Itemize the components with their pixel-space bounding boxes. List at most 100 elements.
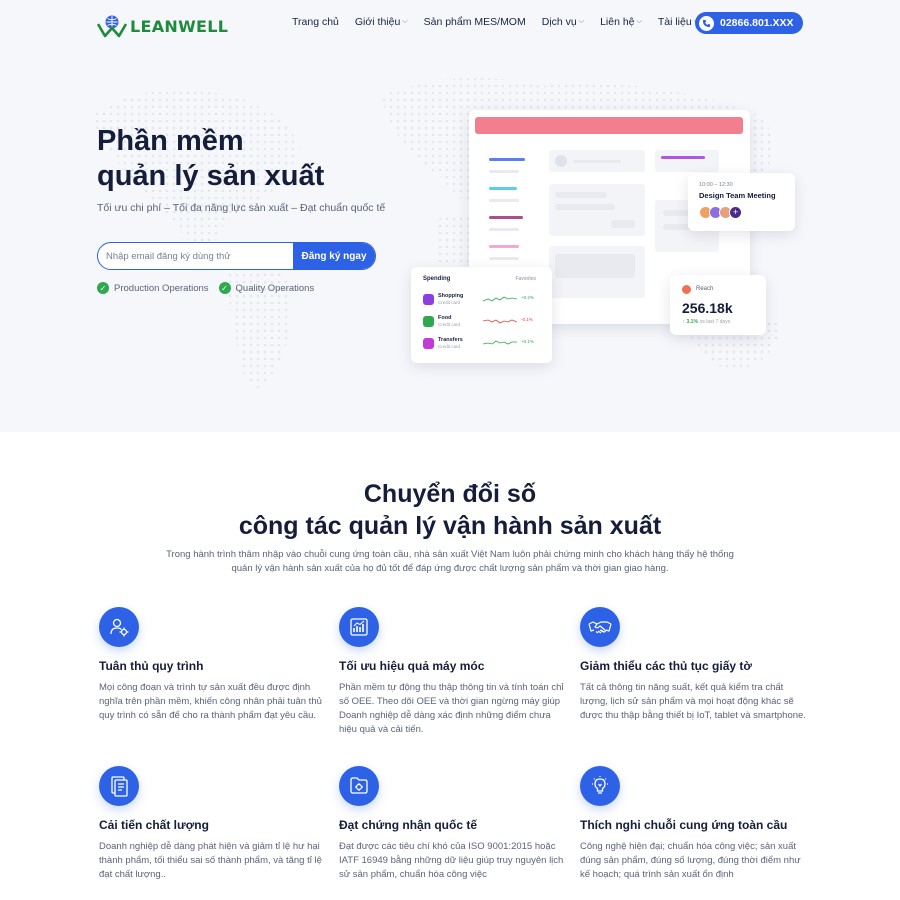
check-label: Production Operations bbox=[114, 282, 209, 294]
food-icon bbox=[423, 316, 434, 327]
feature-desc: Phần mềm tự động thu thập thông tin và t… bbox=[339, 682, 564, 735]
reach-label: Reach bbox=[696, 286, 714, 292]
email-input[interactable] bbox=[98, 243, 293, 269]
nav-services[interactable]: Dịch vụ ⌵ bbox=[542, 16, 584, 28]
feature-paperwork: Giảm thiểu các thủ tục giấy tờ Tất cả th… bbox=[580, 607, 810, 723]
nav-documents-label: Tài liệu bbox=[657, 16, 692, 28]
reach-card: Reach 256.18k ↑ 3.1% vs last 7 days bbox=[670, 275, 766, 335]
feature-title: Tuân thủ quy trình bbox=[99, 659, 204, 673]
mockup-line bbox=[611, 220, 635, 228]
reach-delta-note: vs last 7 days bbox=[699, 319, 731, 325]
main-nav: Trang chủ Giới thiệu ⌵ Sản phẩm MES/MOM D… bbox=[292, 16, 715, 28]
mockup-header-bar bbox=[475, 117, 743, 134]
mockup-sidebar-line bbox=[489, 199, 519, 202]
feature-title: Thích nghi chuỗi cung ứng toàn cầu bbox=[580, 818, 788, 832]
spending-change: -0.1% bbox=[521, 317, 533, 322]
spending-sub: Credit card bbox=[438, 322, 461, 327]
spending-change: +0.2% bbox=[521, 295, 534, 300]
mockup-sidebar-line bbox=[489, 187, 517, 190]
arrow-up-icon: ↑ bbox=[682, 319, 685, 325]
mockup-line bbox=[555, 192, 607, 198]
spending-name: Shopping bbox=[438, 293, 464, 299]
spending-filter[interactable]: Favorites bbox=[515, 276, 536, 282]
feature-desc: Mọi công đoạn và trình tự sản xuất đều đ… bbox=[99, 682, 322, 721]
nav-home-label: Trang chủ bbox=[292, 16, 339, 28]
section-title: Chuyển đổi số công tác quản lý vận hành … bbox=[0, 478, 900, 542]
check-quality: ✓ Quality Operations bbox=[218, 282, 315, 294]
spending-card: Spending Favorites Shopping Credit card … bbox=[411, 267, 552, 363]
feature-title: Cải tiến chất lượng bbox=[99, 818, 209, 832]
phone-icon bbox=[699, 15, 714, 31]
feature-certification: Đạt chứng nhận quốc tế Đạt được các tiêu… bbox=[339, 766, 569, 882]
feature-desc: Doanh nghiệp dễ dàng phát hiện và giảm t… bbox=[99, 841, 322, 880]
meeting-title: Design Team Meeting bbox=[699, 191, 776, 200]
sparkline bbox=[483, 319, 517, 324]
mockup-block bbox=[655, 150, 719, 172]
feature-desc: Tất cả thông tin năng suất, kết quả kiểm… bbox=[580, 682, 806, 721]
chevron-down-icon: ⌵ bbox=[636, 18, 642, 25]
logo[interactable]: LEANWELL bbox=[97, 14, 228, 38]
feature-quality: Cải tiến chất lượng Doanh nghiệp dễ dàng… bbox=[99, 766, 329, 882]
feature-desc: Đạt được các tiêu chí khó của ISO 9001:2… bbox=[339, 841, 564, 880]
meeting-time: 10:00 – 12:30 bbox=[699, 182, 733, 188]
nav-documents[interactable]: Tài liệu⌵ bbox=[658, 16, 699, 28]
meeting-card: 10:00 – 12:30 Design Team Meeting + bbox=[688, 173, 795, 231]
mockup-sidebar-line bbox=[489, 170, 519, 173]
mockup-sidebar-line bbox=[489, 228, 519, 231]
reach-delta: ↑ 3.1% vs last 7 days bbox=[682, 319, 730, 325]
feature-title: Đạt chứng nhận quốc tế bbox=[339, 818, 478, 832]
feature-process: Tuân thủ quy trình Mọi công đoạn và trìn… bbox=[99, 607, 329, 723]
reach-value: 256.18k bbox=[682, 300, 733, 316]
site-header: LEANWELL Trang chủ Giới thiệu ⌵ Sản phẩm … bbox=[0, 0, 900, 46]
reach-delta-value: 3.1% bbox=[686, 319, 698, 325]
spending-row: Shopping Credit card +0.2% bbox=[423, 293, 545, 309]
mockup-line bbox=[555, 254, 635, 278]
hero-title-line1: Phần mềm bbox=[97, 125, 244, 157]
mockup-sidebar-line bbox=[489, 216, 523, 219]
spending-sub: Credit card bbox=[438, 344, 461, 349]
hero-subtitle: Tối ưu chi phí – Tối đa năng lực sản xuấ… bbox=[97, 202, 386, 214]
reach-icon bbox=[682, 285, 691, 294]
chevron-down-icon: ⌵ bbox=[578, 18, 585, 25]
feature-supply-chain: Thích nghi chuỗi cung ứng toàn cầu Công … bbox=[580, 766, 810, 882]
add-icon[interactable]: + bbox=[729, 206, 742, 219]
feature-title: Giảm thiểu các thủ tục giấy tờ bbox=[580, 659, 752, 673]
mockup-sidebar-line bbox=[489, 158, 525, 161]
chevron-down-icon: ⌵ bbox=[402, 18, 408, 25]
spending-row: Transfers Credit card +0.1% bbox=[423, 337, 545, 353]
section-title-line2: công tác quản lý vận hành sản xuất bbox=[238, 512, 662, 540]
section-title-line1: Chuyển đổi số bbox=[363, 480, 537, 508]
signup-button[interactable]: Đăng ký ngay bbox=[293, 243, 375, 269]
spending-change: +0.1% bbox=[521, 339, 534, 344]
logo-icon bbox=[97, 15, 127, 38]
mockup-sidebar-line bbox=[489, 245, 519, 248]
mockup-line bbox=[573, 160, 621, 163]
sparkline bbox=[483, 340, 517, 345]
chart-icon bbox=[339, 607, 379, 647]
check-icon: ✓ bbox=[97, 282, 109, 294]
nav-home[interactable]: Trang chủ bbox=[292, 16, 339, 28]
mockup-avatar bbox=[555, 155, 567, 167]
check-icon: ✓ bbox=[218, 282, 231, 294]
nav-contact[interactable]: Liên hệ ⌵ bbox=[600, 16, 642, 28]
nav-products[interactable]: Sản phẩm MES/MOM bbox=[424, 16, 526, 28]
signup-form: Đăng ký ngay bbox=[97, 242, 376, 270]
spending-row: Food Credit card -0.1% bbox=[423, 315, 545, 331]
check-production: ✓ Production Operations bbox=[97, 282, 209, 294]
section-description: Trong hành trình thâm nhập vào chuỗi cun… bbox=[166, 549, 734, 574]
feature-checks: ✓ Production Operations ✓ Quality Operat… bbox=[97, 282, 314, 294]
nav-about[interactable]: Giới thiệu ⌵ bbox=[355, 16, 408, 28]
phone-button[interactable]: 02866.801.XXX bbox=[695, 12, 803, 34]
mockup-line bbox=[661, 156, 705, 159]
spending-name: Transfers bbox=[438, 337, 463, 343]
nav-about-label: Giới thiệu bbox=[354, 16, 401, 28]
feature-machine: Tối ưu hiệu quả máy móc Phần mềm tự động… bbox=[339, 607, 569, 737]
meeting-avatars: + bbox=[699, 206, 742, 219]
handshake-icon bbox=[580, 607, 620, 647]
lightbulb-icon bbox=[580, 766, 620, 806]
certificate-icon bbox=[339, 766, 379, 806]
nav-products-label: Sản phẩm MES/MOM bbox=[423, 16, 526, 28]
spending-title: Spending bbox=[423, 276, 451, 282]
spending-sub: Credit card bbox=[438, 300, 461, 305]
check-label: Quality Operations bbox=[235, 282, 315, 294]
